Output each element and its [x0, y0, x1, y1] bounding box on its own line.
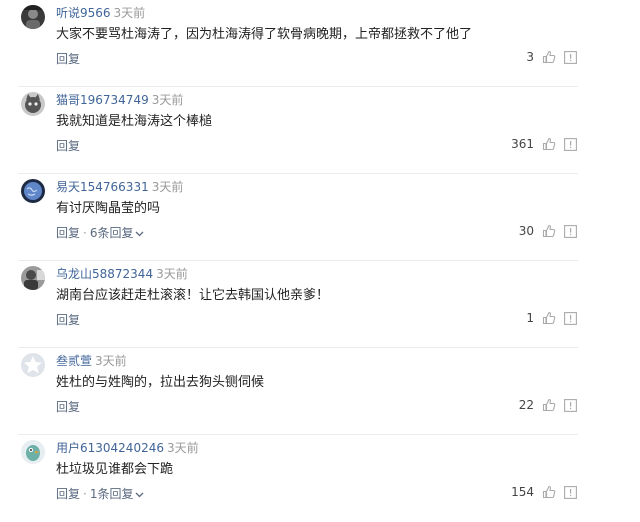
report-icon[interactable]	[564, 137, 577, 151]
chevron-down-icon	[135, 487, 144, 501]
replies-count-label: 6条回复	[89, 226, 134, 240]
comment-item: 听说9566 3天前 大家不要骂杜海涛了，因为杜海涛得了软骨病晚期，上帝都拯救不了…	[0, 0, 640, 87]
timestamp: 3天前	[166, 441, 199, 455]
like-count: 154	[511, 485, 534, 499]
comment-tools: 361	[511, 137, 577, 151]
avatar-cat-icon[interactable]	[21, 92, 45, 116]
thumbs-up-icon[interactable]	[542, 50, 556, 64]
comment-actions: 回复 · 1条回复	[56, 487, 144, 501]
reply-button[interactable]: 回复	[56, 313, 80, 327]
comment-item: 叁贰萱 3天前 姓杜的与姓陶的，拉出去狗头铡伺候 回复 22	[0, 348, 640, 435]
reply-button[interactable]: 回复	[56, 400, 80, 414]
comment-list: 听说9566 3天前 大家不要骂杜海涛了，因为杜海涛得了软骨病晚期，上帝都拯救不了…	[0, 0, 640, 522]
comment-text: 杜垃圾见谁都会下跪	[56, 462, 174, 477]
avatar-default-icon[interactable]	[21, 353, 45, 377]
timestamp: 3天前	[151, 180, 184, 194]
username[interactable]: 猫哥196734749	[56, 93, 149, 107]
thumbs-up-icon[interactable]	[542, 137, 556, 151]
comment-meta: 用户61304240246 3天前	[56, 441, 199, 455]
separator-dot: ·	[83, 487, 87, 501]
username[interactable]: 用户61304240246	[56, 441, 164, 455]
username[interactable]: 叁贰萱	[56, 354, 92, 368]
avatar-bird-icon[interactable]	[21, 440, 45, 464]
comment-actions: 回复	[56, 139, 80, 153]
comment-item: 猫哥196734749 3天前 我就知道是杜海涛这个棒槌 回复 361	[0, 87, 640, 174]
comment-meta: 猫哥196734749 3天前	[56, 93, 183, 107]
comment-text: 湖南台应该赶走杜滚滚！让它去韩国认他亲爹！	[56, 288, 330, 303]
comment-actions: 回复	[56, 400, 80, 414]
avatar-globe-icon[interactable]	[21, 179, 45, 203]
report-icon[interactable]	[564, 398, 577, 412]
comment-item: 乌龙山58872344 3天前 湖南台应该赶走杜滚滚！让它去韩国认他亲爹！ 回复 …	[0, 261, 640, 348]
comment-actions: 回复	[56, 313, 80, 327]
reply-button[interactable]: 回复	[56, 487, 80, 501]
avatar-photo-icon[interactable]	[21, 266, 45, 290]
like-count: 22	[518, 398, 534, 412]
timestamp: 3天前	[95, 354, 127, 368]
view-replies-button[interactable]: 1条回复	[90, 487, 145, 501]
comment-text: 我就知道是杜海涛这个棒槌	[56, 114, 213, 129]
reply-button[interactable]: 回复	[56, 52, 80, 66]
comment-actions: 回复 · 6条回复	[56, 226, 144, 240]
username[interactable]: 易天154766331	[56, 180, 149, 194]
separator-dot: ·	[83, 226, 87, 240]
comment-text: 姓杜的与姓陶的，拉出去狗头铡伺候	[56, 375, 265, 390]
comment-meta: 听说9566 3天前	[56, 6, 145, 20]
reply-button[interactable]: 回复	[56, 226, 80, 240]
view-replies-button[interactable]: 6条回复	[90, 226, 145, 240]
comment-text: 有讨厌陶晶莹的吗	[56, 201, 161, 216]
comment-text: 大家不要骂杜海涛了，因为杜海涛得了软骨病晚期，上帝都拯救不了他了	[56, 27, 473, 42]
like-count: 30	[518, 224, 534, 238]
avatar-dark-icon[interactable]	[21, 5, 45, 29]
thumbs-up-icon[interactable]	[542, 224, 556, 238]
reply-button[interactable]: 回复	[56, 139, 80, 153]
comment-meta: 乌龙山58872344 3天前	[56, 267, 188, 281]
comment-tools: 22	[519, 398, 577, 412]
comment-tools: 30	[519, 224, 577, 238]
comment-actions: 回复	[56, 52, 80, 66]
comment-tools: 3	[526, 50, 577, 64]
like-count: 361	[511, 137, 534, 151]
chevron-down-icon	[135, 226, 144, 240]
comment-tools: 154	[511, 485, 577, 499]
thumbs-up-icon[interactable]	[542, 485, 556, 499]
thumbs-up-icon[interactable]	[542, 398, 556, 412]
thumbs-up-icon[interactable]	[542, 311, 556, 325]
comment-tools: 1	[526, 311, 577, 325]
comment-item: 易天154766331 3天前 有讨厌陶晶莹的吗 回复 · 6条回复 30	[0, 174, 640, 261]
comment-meta: 叁贰萱 3天前	[56, 354, 127, 368]
report-icon[interactable]	[564, 50, 577, 64]
comment-meta: 易天154766331 3天前	[56, 180, 183, 194]
username[interactable]: 听说9566	[56, 6, 111, 20]
timestamp: 3天前	[156, 267, 188, 281]
replies-count-label: 1条回复	[89, 487, 134, 501]
report-icon[interactable]	[564, 224, 577, 238]
report-icon[interactable]	[564, 485, 577, 499]
timestamp: 3天前	[151, 93, 184, 107]
timestamp: 3天前	[113, 6, 146, 20]
report-icon[interactable]	[564, 311, 577, 325]
like-count: 1	[526, 311, 534, 325]
like-count: 3	[526, 50, 534, 64]
comment-item: 用户61304240246 3天前 杜垃圾见谁都会下跪 回复 · 1条回复 154	[0, 435, 640, 522]
username[interactable]: 乌龙山58872344	[56, 267, 153, 281]
